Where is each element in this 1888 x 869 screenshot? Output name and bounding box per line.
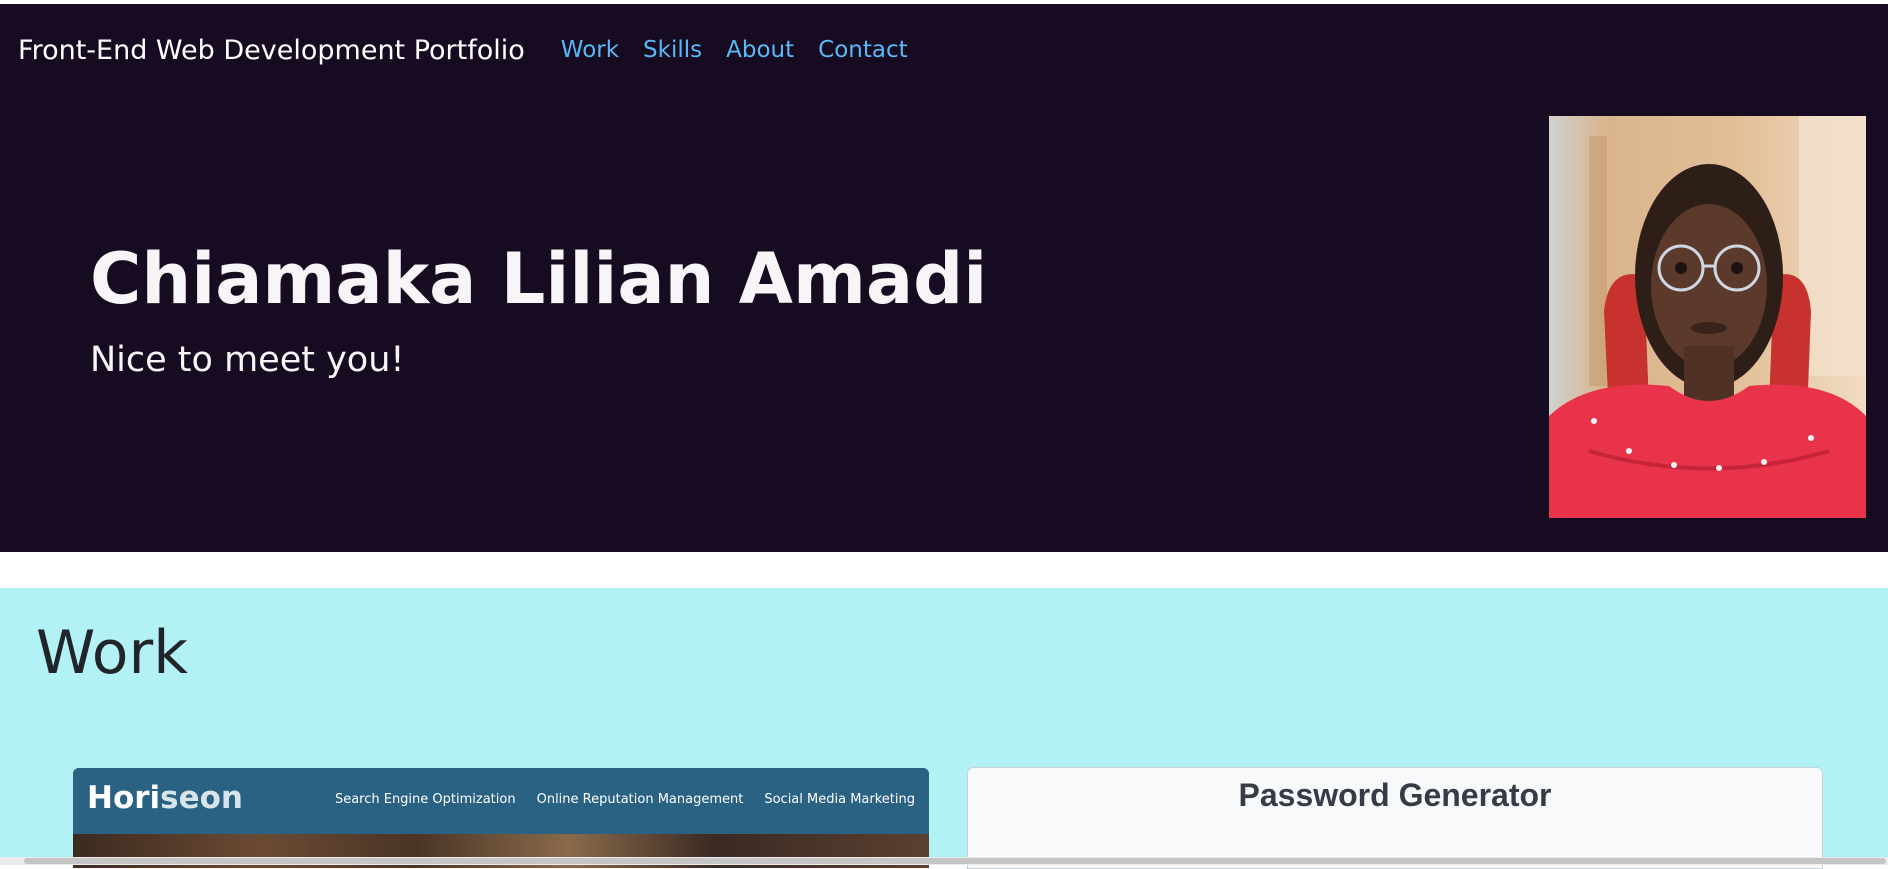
- horiseon-nav-social: Social Media Marketing: [764, 792, 915, 807]
- section-gap: [0, 552, 1888, 588]
- horiseon-header: Horiseon Search Engine Optimization Onli…: [73, 768, 929, 834]
- horiseon-logo-accent: seon: [160, 780, 243, 816]
- horiseon-logo-main: Hori: [87, 780, 161, 816]
- horiseon-nav-reputation: Online Reputation Management: [536, 792, 744, 807]
- brand-link[interactable]: Front-End Web Development Portfolio: [18, 35, 525, 66]
- nav-link-about[interactable]: About: [726, 37, 794, 63]
- nav-links: Work Skills About Contact: [561, 37, 932, 63]
- portrait-photo: [1549, 116, 1866, 518]
- nav-link-work[interactable]: Work: [561, 37, 619, 63]
- horiseon-nav-seo: Search Engine Optimization: [334, 792, 516, 807]
- horiseon-logo: Horiseon: [87, 780, 243, 816]
- navbar: Front-End Web Development Portfolio Work…: [18, 30, 932, 70]
- portrait-image: [1549, 116, 1866, 518]
- project-card-password-generator[interactable]: Password Generator: [967, 767, 1823, 869]
- work-section: Work Horiseon Search Engine Optimization…: [0, 588, 1888, 869]
- horizontal-scrollbar[interactable]: [0, 857, 1888, 865]
- password-generator-title: Password Generator: [1238, 777, 1552, 813]
- nav-link-contact[interactable]: Contact: [818, 37, 907, 63]
- scrollbar-thumb[interactable]: [24, 858, 1886, 864]
- hero-name: Chiamaka Lilian Amadi: [90, 238, 988, 320]
- hero-section: Front-End Web Development Portfolio Work…: [0, 4, 1888, 552]
- horiseon-nav: Search Engine Optimization Online Reputa…: [314, 792, 915, 807]
- nav-link-skills[interactable]: Skills: [643, 37, 702, 63]
- hero-subtitle: Nice to meet you!: [90, 340, 405, 380]
- work-heading: Work: [36, 618, 188, 688]
- project-card-horiseon[interactable]: Horiseon Search Engine Optimization Onli…: [73, 768, 929, 868]
